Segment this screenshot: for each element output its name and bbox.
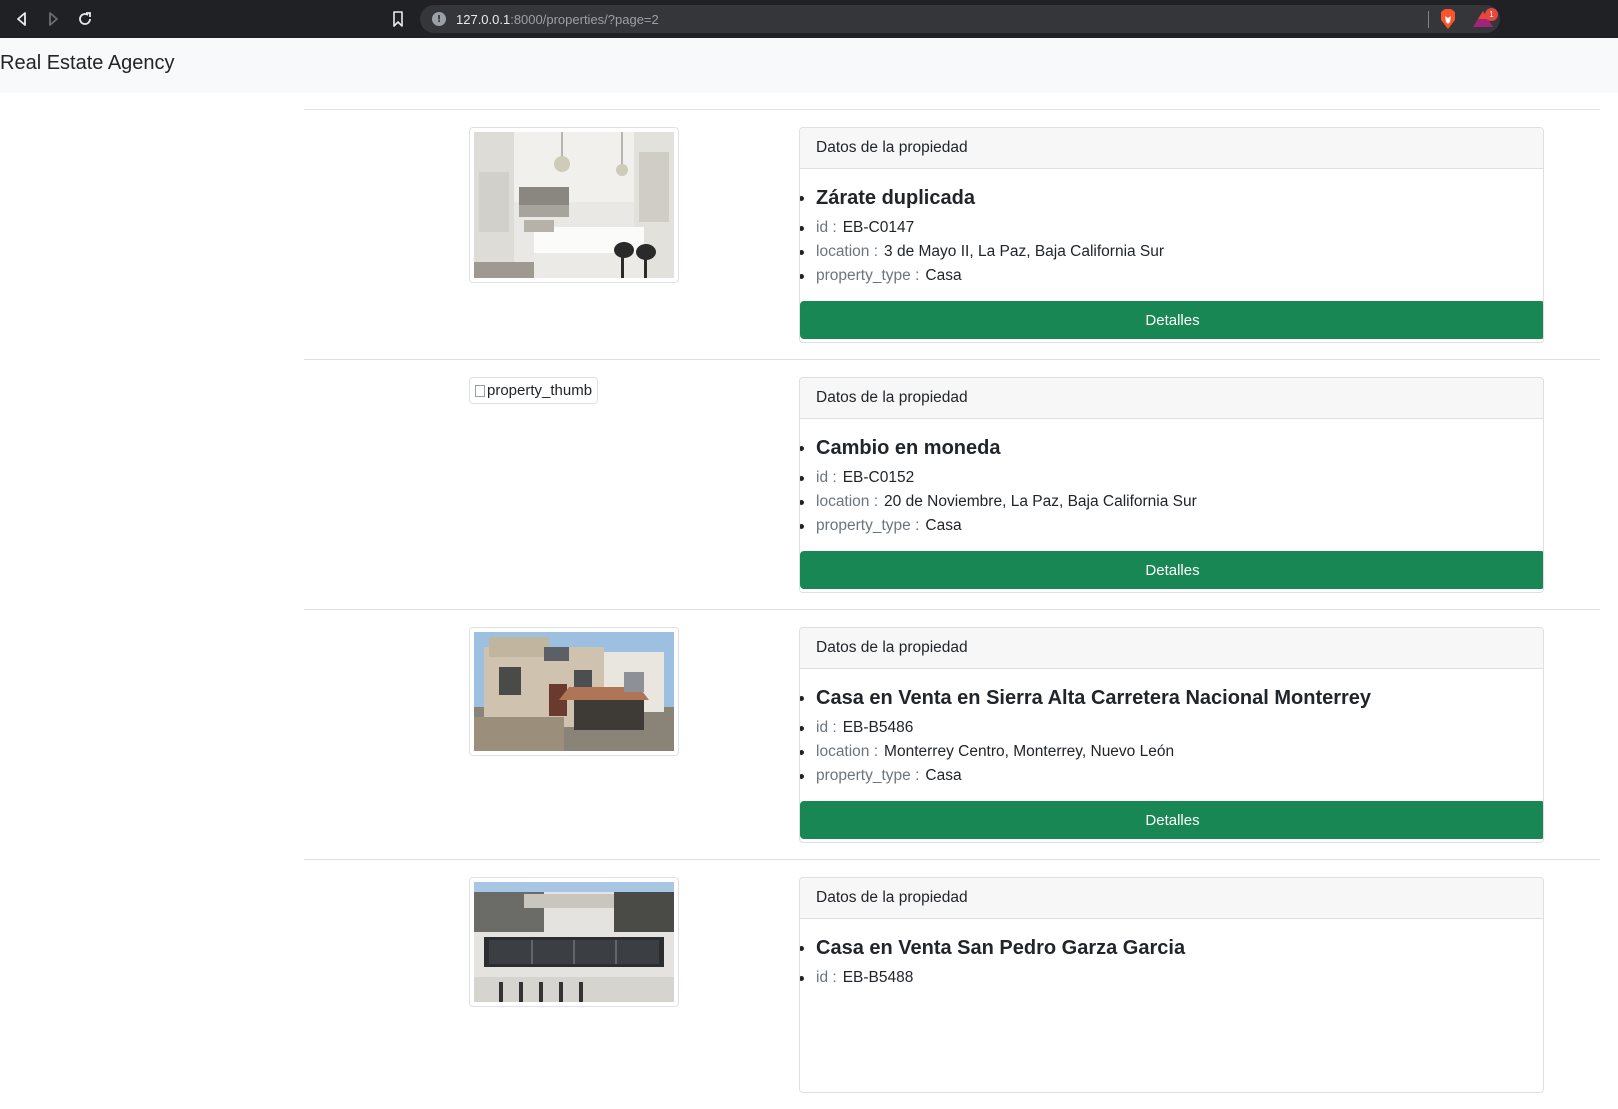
type-value: Casa	[925, 517, 962, 534]
details-button[interactable]: Detalles	[800, 801, 1543, 839]
id-label: id :	[816, 719, 837, 736]
brave-shields-icon[interactable]	[1438, 8, 1458, 30]
toolbar-divider	[1428, 11, 1429, 28]
property-location: location : Monterrey Centro, Monterrey, N…	[800, 740, 1371, 764]
property-type: property_type : Casa	[800, 764, 1371, 788]
id-label: id :	[816, 969, 837, 986]
site-navbar: Real Estate Agency	[0, 38, 1618, 93]
property-details-list: Casa en Venta San Pedro Garza Garcia id …	[800, 934, 1185, 990]
reload-icon[interactable]	[75, 9, 95, 29]
forward-icon[interactable]	[43, 9, 63, 29]
back-icon[interactable]	[12, 9, 32, 29]
broken-image-icon	[475, 384, 485, 397]
card-header: Datos de la propiedad	[800, 628, 1543, 669]
property-type: property_type : Casa	[800, 514, 1197, 538]
property-id: id : EB-C0152	[800, 466, 1197, 490]
id-value: EB-C0152	[842, 469, 915, 486]
card-header: Datos de la propiedad	[800, 878, 1543, 919]
details-button[interactable]: Detalles	[800, 551, 1543, 589]
property-row: property_thumb Datos de la propiedad Cam…	[304, 359, 1600, 609]
property-details-list: Zárate duplicada id : EB-C0147 location :…	[800, 184, 1165, 288]
location-label: location :	[816, 743, 879, 760]
property-type: property_type : Casa	[800, 264, 1164, 288]
property-row: Datos de la propiedad Casa en Venta en S…	[304, 609, 1600, 859]
property-card: Datos de la propiedad Zárate duplicada i…	[799, 127, 1544, 343]
image-alt-text: property_thumb	[487, 382, 593, 399]
modern-house-photo	[474, 882, 674, 1002]
property-list: Datos de la propiedad Zárate duplicada i…	[304, 109, 1600, 1109]
property-card: Datos de la propiedad Cambio en moneda i…	[799, 377, 1544, 593]
property-title: Casa en Venta San Pedro Garza Garcia	[800, 934, 1185, 966]
id-label: id :	[816, 469, 837, 486]
location-label: location :	[816, 493, 879, 510]
type-label: property_type :	[816, 267, 920, 284]
url-path: :8000/properties/?page=2	[510, 11, 659, 27]
property-card: Datos de la propiedad Casa en Venta en S…	[799, 627, 1544, 843]
property-thumbnail	[469, 877, 679, 1007]
house-facade-photo	[474, 632, 674, 751]
property-location: location : 3 de Mayo II, La Paz, Baja Cal…	[800, 240, 1165, 264]
property-title: Casa en Venta en Sierra Alta Carretera N…	[800, 684, 1371, 716]
location-value: 3 de Mayo II, La Paz, Baja California Su…	[884, 243, 1165, 260]
property-id: id : EB-B5486	[800, 716, 1371, 740]
url-text[interactable]: 127.0.0.1:8000/properties/?page=2	[456, 12, 659, 27]
property-row: Datos de la propiedad Zárate duplicada i…	[304, 109, 1600, 359]
rewards-badge: 1	[1485, 8, 1498, 21]
address-bar[interactable]: ! 127.0.0.1:8000/properties/?page=2	[420, 5, 1500, 33]
property-row: Datos de la propiedad Casa en Venta San …	[304, 859, 1600, 1109]
location-value: Monterrey Centro, Monterrey, Nuevo León	[884, 743, 1175, 760]
property-title: Cambio en moneda	[800, 434, 1197, 466]
details-button[interactable]: Detalles	[800, 301, 1543, 339]
card-header: Datos de la propiedad	[800, 378, 1543, 419]
bookmark-icon[interactable]	[388, 9, 408, 29]
property-details-list: Cambio en moneda id : EB-C0152 location :…	[800, 434, 1197, 538]
location-label: location :	[816, 243, 879, 260]
property-location: location : 20 de Noviembre, La Paz, Baja …	[800, 490, 1197, 514]
type-label: property_type :	[816, 517, 920, 534]
id-value: EB-C0147	[842, 219, 915, 236]
id-value: EB-B5488	[842, 969, 914, 986]
location-value: 20 de Noviembre, La Paz, Baja California…	[884, 493, 1197, 510]
property-thumbnail-broken: property_thumb	[469, 377, 599, 404]
property-title: Zárate duplicada	[800, 184, 1164, 216]
type-value: Casa	[925, 267, 962, 284]
property-thumbnail	[469, 127, 679, 283]
type-label: property_type :	[816, 767, 920, 784]
card-header: Datos de la propiedad	[800, 128, 1543, 169]
url-host: 127.0.0.1	[456, 11, 511, 27]
property-id: id : EB-C0147	[800, 216, 1164, 240]
brand-link[interactable]: Real Estate Agency	[0, 52, 175, 75]
property-details-list: Casa en Venta en Sierra Alta Carretera N…	[800, 684, 1371, 788]
kitchen-photo	[474, 132, 674, 278]
property-id: id : EB-B5488	[800, 966, 1185, 990]
id-value: EB-B5486	[842, 719, 914, 736]
browser-toolbar: ! 127.0.0.1:8000/properties/?page=2 1	[0, 0, 1618, 38]
property-thumbnail	[469, 627, 679, 756]
site-info-icon[interactable]: !	[432, 12, 446, 26]
type-value: Casa	[925, 767, 962, 784]
property-card: Datos de la propiedad Casa en Venta San …	[799, 877, 1544, 1093]
id-label: id :	[816, 219, 837, 236]
